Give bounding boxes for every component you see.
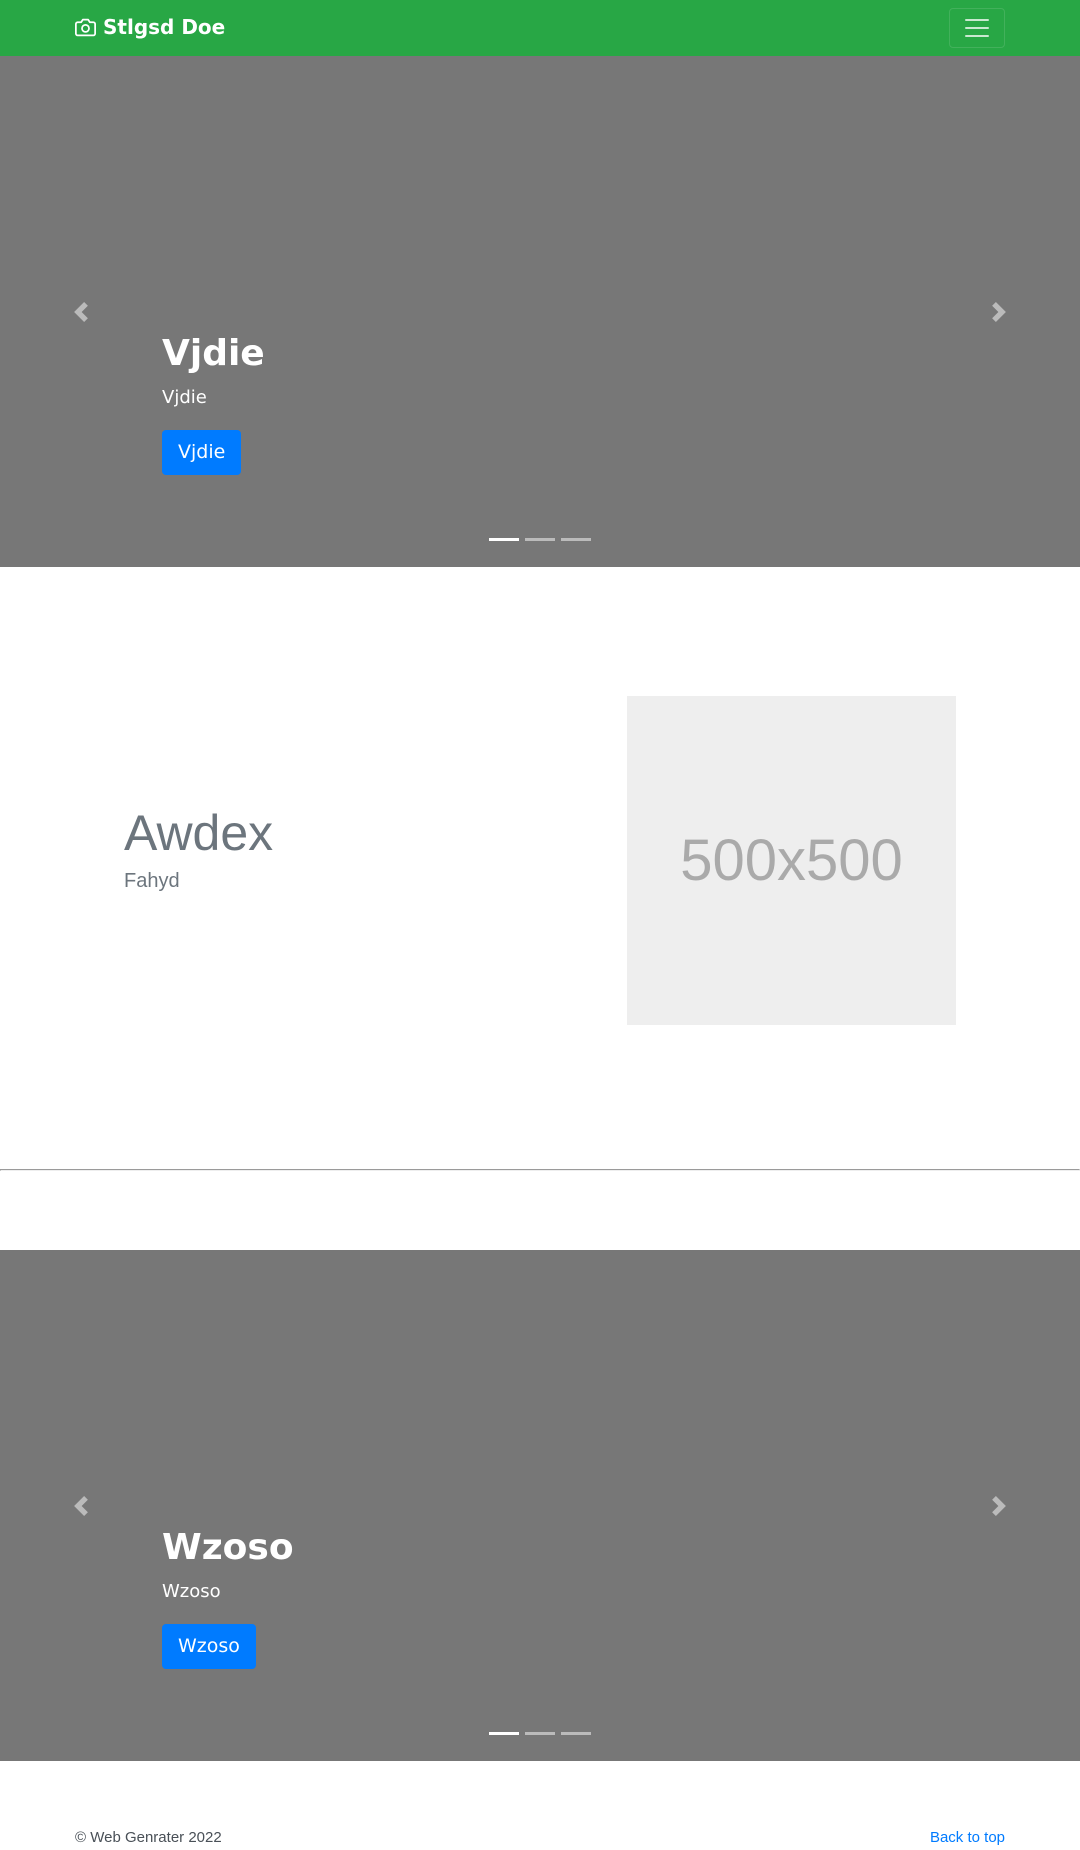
navbar: Stlgsd Doe [0, 0, 1080, 56]
placeholder-label: 500x500 [680, 828, 903, 893]
carousel-title: Wzoso [162, 1527, 294, 1568]
footer-copyright: © Web Genrater 2022 [75, 1829, 222, 1846]
hero-carousel: Vjdie Vjdie Vjdie [0, 56, 1080, 567]
carousel-title: Vjdie [162, 333, 265, 374]
featurette-text: Fahyd [124, 870, 180, 892]
carousel-cta-button[interactable]: Wzoso [162, 1624, 256, 1669]
carousel-indicator[interactable] [561, 538, 591, 541]
carousel-caption: Wzoso Wzoso Wzoso [162, 1526, 294, 1669]
carousel-indicator[interactable] [489, 1732, 519, 1735]
chevron-right-icon [992, 1495, 1006, 1516]
camera-icon [75, 18, 96, 36]
carousel-next-button[interactable] [918, 1250, 1080, 1761]
chevron-left-icon [74, 301, 88, 322]
carousel-subtitle: Wzoso [162, 1581, 221, 1603]
back-to-top-link[interactable]: Back to top [930, 1829, 1005, 1846]
carousel-indicators [489, 538, 591, 541]
carousel-subtitle: Vjdie [162, 387, 207, 409]
navbar-toggler-button[interactable] [949, 8, 1005, 48]
carousel-indicator[interactable] [489, 538, 519, 541]
featurette-divider [0, 1169, 1080, 1171]
chevron-left-icon [74, 1495, 88, 1516]
carousel-caption: Vjdie Vjdie Vjdie [162, 332, 265, 475]
carousel-indicators [489, 1732, 591, 1735]
brand-name: Stlgsd Doe [103, 15, 226, 39]
carousel-indicator[interactable] [525, 1732, 555, 1735]
carousel-prev-button[interactable] [0, 1250, 162, 1761]
carousel-cta-button[interactable]: Vjdie [162, 430, 242, 475]
carousel-next-button[interactable] [918, 56, 1080, 567]
featurette-heading: Awdex [124, 805, 274, 861]
chevron-right-icon [992, 301, 1006, 322]
featurette-image-placeholder: 500x500 [627, 696, 956, 1025]
hamburger-menu-icon [965, 19, 989, 21]
secondary-carousel: Wzoso Wzoso Wzoso [0, 1250, 1080, 1761]
carousel-prev-button[interactable] [0, 56, 162, 567]
carousel-indicator[interactable] [525, 538, 555, 541]
brand-link[interactable]: Stlgsd Doe [75, 15, 225, 39]
carousel-indicator[interactable] [561, 1732, 591, 1735]
